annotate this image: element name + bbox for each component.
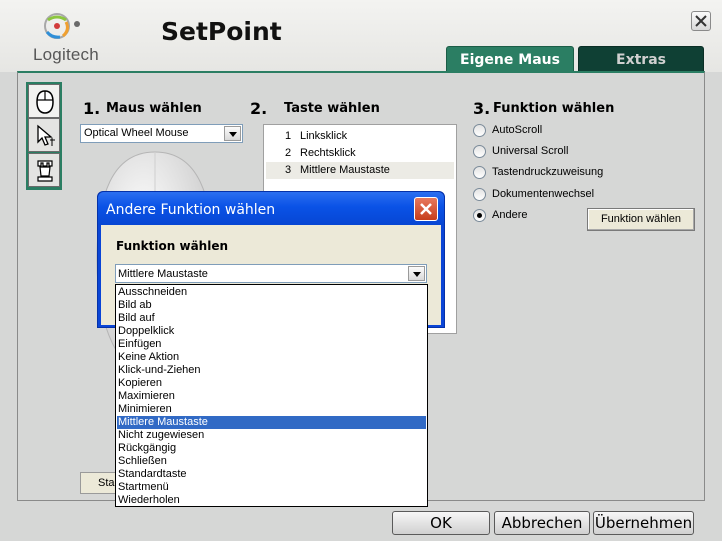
dialog-close-button[interactable]: [414, 197, 438, 221]
function-option[interactable]: Minimieren: [117, 403, 426, 416]
choose-function-button[interactable]: Funktion wählen: [587, 208, 695, 231]
function-option[interactable]: Einfügen: [117, 338, 426, 351]
dialog-title: Andere Funktion wählen: [106, 202, 276, 218]
function-option[interactable]: Standardtaste: [117, 468, 426, 481]
step-1-label: Maus wählen: [106, 101, 202, 116]
app-title: SetPoint: [161, 17, 282, 46]
step-2-number: 2.: [250, 99, 268, 118]
function-select-value: Mittlere Maustaste: [118, 268, 208, 280]
close-button[interactable]: [691, 11, 711, 31]
button-list-item[interactable]: 1 Linksklick: [266, 128, 454, 145]
side-nav-mouse[interactable]: [28, 84, 60, 118]
function-option[interactable]: Doppelklick: [117, 325, 426, 338]
function-option[interactable]: Maximieren: [117, 390, 426, 403]
function-option[interactable]: Kopieren: [117, 377, 426, 390]
button-list-item-selected[interactable]: 3 Mittlere Maustaste: [266, 162, 454, 179]
side-nav-games[interactable]: [28, 153, 60, 187]
side-nav-pointer[interactable]: [28, 118, 60, 152]
function-option[interactable]: Bild ab: [117, 299, 426, 312]
function-option[interactable]: Schließen: [117, 455, 426, 468]
radio-button-checked[interactable]: [473, 209, 486, 222]
radio-button[interactable]: [473, 145, 486, 158]
close-icon: [695, 15, 707, 27]
apply-button[interactable]: Übernehmen: [593, 511, 694, 535]
ok-button[interactable]: OK: [392, 511, 490, 535]
radio-button[interactable]: [473, 124, 486, 137]
close-icon: [420, 203, 432, 215]
step-3-number: 3.: [473, 99, 491, 118]
function-option[interactable]: Klick-und-Ziehen: [117, 364, 426, 377]
chevron-down-icon[interactable]: [408, 266, 425, 281]
pointer-icon: [37, 124, 55, 146]
button-list-item[interactable]: 2 Rechtsklick: [266, 145, 454, 162]
function-option[interactable]: Bild auf: [117, 312, 426, 325]
dialog-label: Funktion wählen: [116, 239, 229, 253]
tab-eigene-maus[interactable]: Eigene Maus: [446, 46, 574, 73]
logo-text: Logitech: [33, 45, 99, 64]
mouse-icon: [36, 90, 54, 114]
function-option[interactable]: Startmenü: [117, 481, 426, 494]
function-option-selected[interactable]: Mittlere Maustaste: [117, 416, 426, 429]
step-2-label: Taste wählen: [284, 101, 380, 116]
chess-rook-icon: [37, 160, 53, 182]
radio-button[interactable]: [473, 166, 486, 179]
cancel-button[interactable]: Abbrechen: [494, 511, 590, 535]
step-1-number: 1.: [83, 99, 101, 118]
dialog-titlebar[interactable]: Andere Funktion wählen: [98, 192, 444, 225]
function-option[interactable]: Wiederholen: [117, 494, 426, 507]
tab-extras[interactable]: Extras: [578, 46, 704, 73]
function-select[interactable]: Mittlere Maustaste: [115, 264, 427, 283]
function-option[interactable]: Rückgängig: [117, 442, 426, 455]
mouse-select-value: Optical Wheel Mouse: [84, 127, 189, 139]
radio-button[interactable]: [473, 188, 486, 201]
step-3-label: Funktion wählen: [493, 101, 615, 116]
function-option[interactable]: Ausschneiden: [117, 286, 426, 299]
function-option[interactable]: Keine Aktion: [117, 351, 426, 364]
function-option[interactable]: Nicht zugewiesen: [117, 429, 426, 442]
function-dropdown-list: Ausschneiden Bild ab Bild auf Doppelklic…: [115, 284, 428, 507]
mouse-select[interactable]: Optical Wheel Mouse: [80, 124, 243, 143]
chevron-down-icon[interactable]: [224, 126, 241, 141]
